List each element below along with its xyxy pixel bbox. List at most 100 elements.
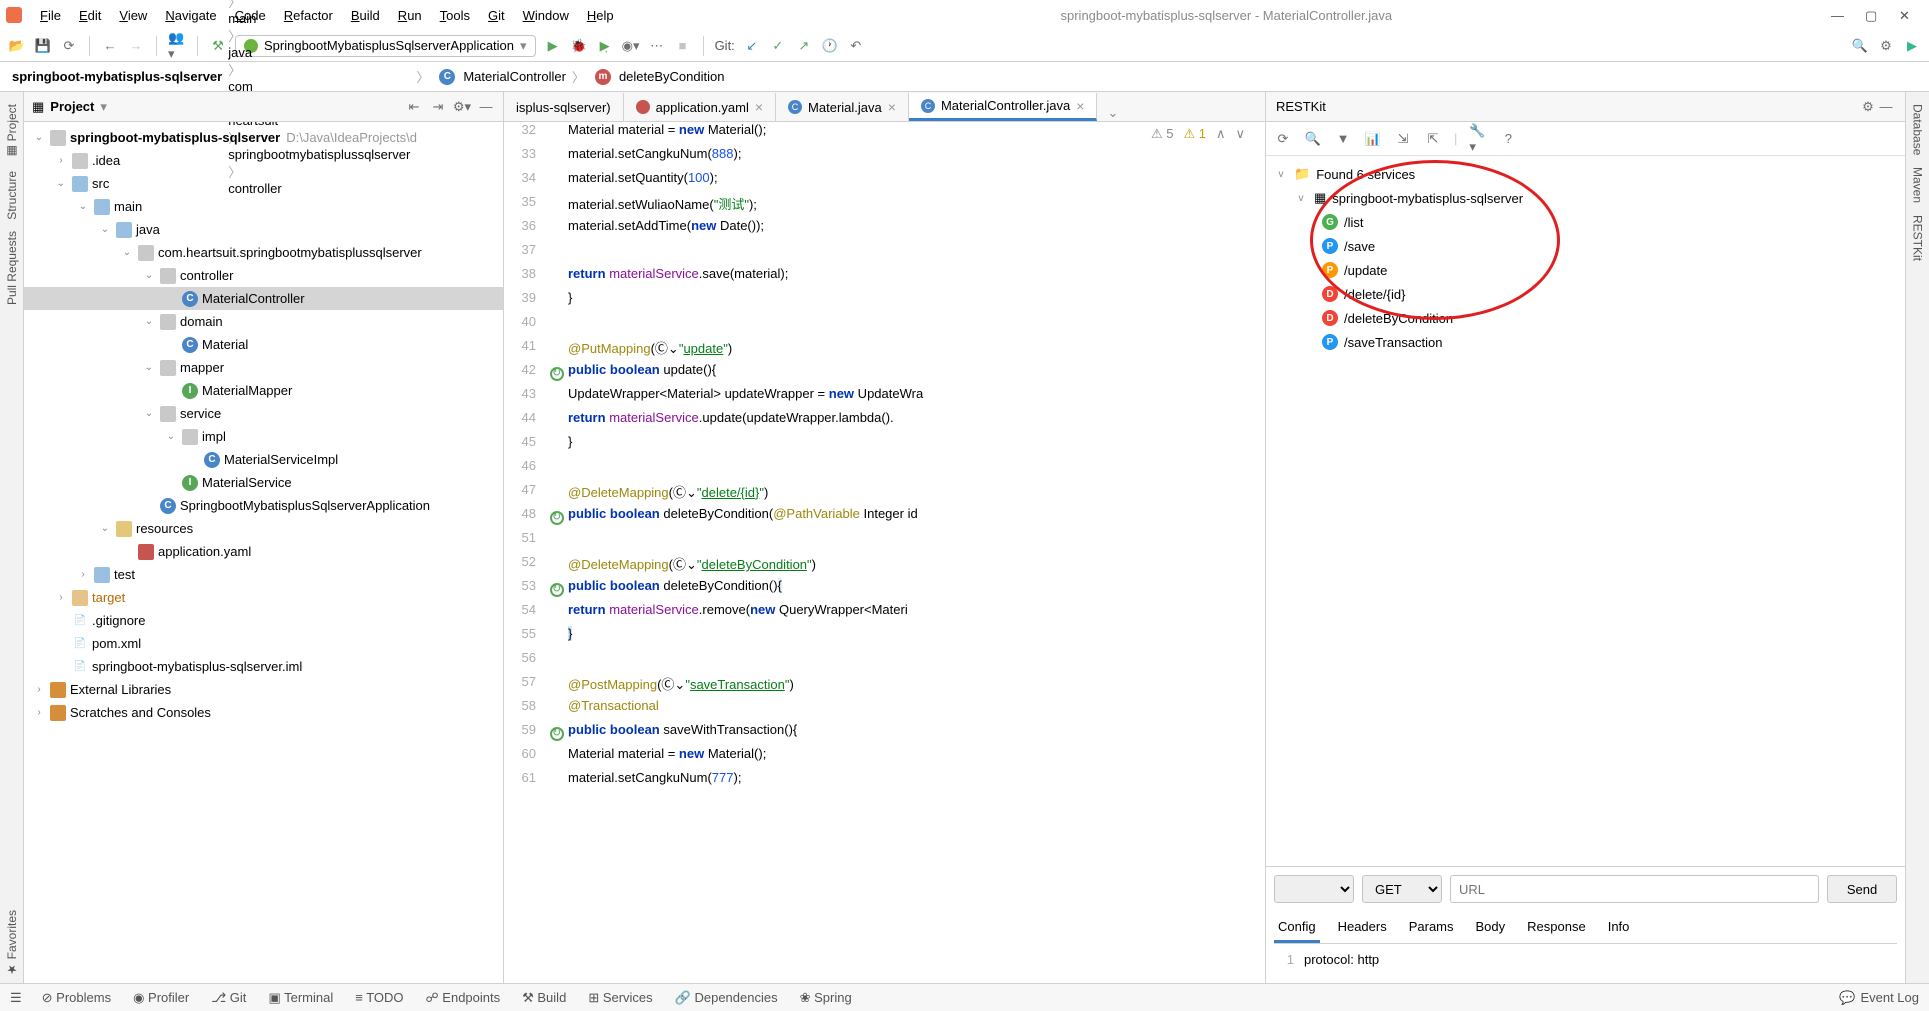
restkit-search-icon[interactable]: 🔍 (1304, 130, 1322, 148)
close-tab-icon[interactable]: × (1076, 98, 1084, 114)
tree-node[interactable]: ⌄mapper (24, 356, 503, 379)
tree-node[interactable]: ⌄main (24, 195, 503, 218)
statusbar-todo[interactable]: ≡ TODO (355, 990, 403, 1006)
hammer-build-icon[interactable]: ⚒ (209, 37, 227, 55)
request-tab-config[interactable]: Config (1274, 913, 1320, 943)
tree-node[interactable]: ⌄controller (24, 264, 503, 287)
tool-structure[interactable]: Structure (5, 165, 19, 226)
tree-node[interactable]: ⌄com.heartsuit.springbootmybatisplussqls… (24, 241, 503, 264)
rest-endpoint[interactable]: D/delete/{id} (1274, 282, 1897, 306)
statusbar-profiler[interactable]: ◉ Profiler (133, 990, 189, 1006)
debug-icon[interactable]: 🐞 (570, 37, 588, 55)
tree-node[interactable]: 📄springboot-mybatisplus-sqlserver.iml (24, 655, 503, 678)
rest-endpoint[interactable]: P/saveTransaction (1274, 330, 1897, 354)
warning-indicator[interactable]: ⚠ 5 (1151, 126, 1174, 142)
statusbar-terminal[interactable]: ▣ Terminal (268, 990, 333, 1006)
tree-node[interactable]: ⌄java (24, 218, 503, 241)
tree-node[interactable]: CMaterialServiceImpl (24, 448, 503, 471)
expand-icon[interactable]: ⇥ (429, 98, 447, 116)
back-icon[interactable]: ← (101, 37, 119, 55)
coverage-icon[interactable]: ▶̣ (596, 37, 614, 55)
restkit-stats-icon[interactable]: 📊 (1364, 130, 1382, 148)
execute-icon[interactable]: ▶ (1903, 37, 1921, 55)
project-tree[interactable]: ⌄springboot-mybatisplus-sqlserverD:\Java… (24, 122, 503, 983)
status-menu-icon[interactable]: ☰ (10, 990, 22, 1006)
editor-tab[interactable]: CMaterialController.java× (909, 93, 1098, 121)
rest-endpoint[interactable]: D/deleteByCondition (1274, 306, 1897, 330)
tool-restkit[interactable]: RESTKit (1911, 209, 1925, 267)
run-icon[interactable]: ▶ (544, 37, 562, 55)
menu-window[interactable]: Window (515, 4, 577, 27)
gutter-recursive-icon[interactable] (550, 511, 564, 525)
statusbar-build[interactable]: ⚒ Build (522, 990, 566, 1006)
inspection-down-icon[interactable]: ∨ (1235, 126, 1245, 142)
restkit-expand-icon[interactable]: ⇲ (1394, 130, 1412, 148)
menu-edit[interactable]: Edit (71, 4, 109, 27)
tree-node[interactable]: IMaterialMapper (24, 379, 503, 402)
git-history-icon[interactable]: 🕐 (821, 37, 839, 55)
tree-node[interactable]: ⌄impl (24, 425, 503, 448)
tree-node[interactable]: ⌄springboot-mybatisplus-sqlserverD:\Java… (24, 126, 503, 149)
statusbar-problems[interactable]: ⊘ Problems (42, 990, 111, 1006)
tool-favorites[interactable]: ★ Favorites (5, 904, 19, 983)
tree-node[interactable]: ⌄domain (24, 310, 503, 333)
event-log-button[interactable]: 💬 Event Log (1839, 990, 1919, 1006)
statusbar-dependencies[interactable]: 🔗 Dependencies (675, 990, 778, 1006)
editor-tab[interactable]: application.yaml× (624, 93, 776, 121)
rest-url-input[interactable] (1450, 875, 1819, 903)
search-everywhere-icon[interactable]: 🔍 (1851, 37, 1869, 55)
close-tab-icon[interactable]: × (755, 99, 763, 115)
breadcrumb-method[interactable]: mdeleteByCondition (591, 69, 725, 85)
panel-settings-icon[interactable]: ⚙▾ (453, 98, 471, 116)
project-view-icon[interactable]: ▦ (32, 99, 44, 115)
tree-node[interactable]: ⌄src (24, 172, 503, 195)
editor-tab[interactable]: isplus-sqlserver) (504, 93, 624, 121)
close-tab-icon[interactable]: × (888, 99, 896, 115)
tree-node[interactable]: 📄.gitignore (24, 609, 503, 632)
config-body-text[interactable]: protocol: http (1304, 952, 1379, 967)
gutter-recursive-icon[interactable] (550, 367, 564, 381)
settings-gear-icon[interactable]: ⚙ (1877, 37, 1895, 55)
maximize-button[interactable]: ▢ (1865, 8, 1879, 22)
tree-node[interactable]: ›.idea (24, 149, 503, 172)
breadcrumb-segment[interactable]: java (228, 45, 410, 60)
save-icon[interactable]: 💾 (34, 37, 52, 55)
forward-icon[interactable]: → (127, 37, 145, 55)
tool-maven[interactable]: Maven (1911, 161, 1925, 209)
rest-send-button[interactable]: Send (1827, 875, 1897, 903)
rest-endpoint[interactable]: G/list (1274, 210, 1897, 234)
reload-icon[interactable]: ⟳ (60, 37, 78, 55)
restkit-refresh-icon[interactable]: ⟳ (1274, 130, 1292, 148)
gutter-recursive-icon[interactable] (550, 583, 564, 597)
rest-endpoint[interactable]: P/update (1274, 258, 1897, 282)
statusbar-endpoints[interactable]: ☍ Endpoints (426, 990, 501, 1006)
minimize-button[interactable]: — (1831, 8, 1845, 22)
tree-node[interactable]: ⌄service (24, 402, 503, 425)
git-push-icon[interactable]: ↗ (795, 37, 813, 55)
tree-node[interactable]: CMaterial (24, 333, 503, 356)
restkit-hide-icon[interactable]: — (1877, 98, 1895, 116)
request-tab-info[interactable]: Info (1604, 913, 1634, 943)
stop-icon[interactable]: ■ (674, 37, 692, 55)
close-window-button[interactable]: ✕ (1899, 8, 1913, 22)
breadcrumb-class[interactable]: CMaterialController (435, 69, 566, 85)
open-icon[interactable]: 📂 (8, 37, 26, 55)
statusbar-spring[interactable]: ❀ Spring (800, 990, 852, 1006)
request-tab-response[interactable]: Response (1523, 913, 1590, 943)
restkit-help-icon[interactable]: ? (1499, 130, 1517, 148)
restkit-collapse-icon[interactable]: ⇱ (1424, 130, 1442, 148)
tool-database[interactable]: Database (1911, 98, 1925, 161)
tree-node[interactable]: ›Scratches and Consoles (24, 701, 503, 724)
project-panel-title[interactable]: Project (50, 99, 94, 114)
menu-view[interactable]: View (111, 4, 155, 27)
avatar-icon[interactable]: 👥▾ (168, 37, 186, 55)
tree-node[interactable]: CMaterialController (24, 287, 503, 310)
tool-project[interactable]: ▦ Project (5, 98, 19, 165)
menu-navigate[interactable]: Navigate (157, 4, 224, 27)
project-view-dropdown[interactable]: ▾ (100, 99, 107, 115)
tree-node[interactable]: application.yaml (24, 540, 503, 563)
collapse-icon[interactable]: ⇤ (405, 98, 423, 116)
editor-tab[interactable]: CMaterial.java× (776, 93, 909, 121)
git-rollback-icon[interactable]: ↶ (847, 37, 865, 55)
menu-tools[interactable]: Tools (432, 4, 478, 27)
